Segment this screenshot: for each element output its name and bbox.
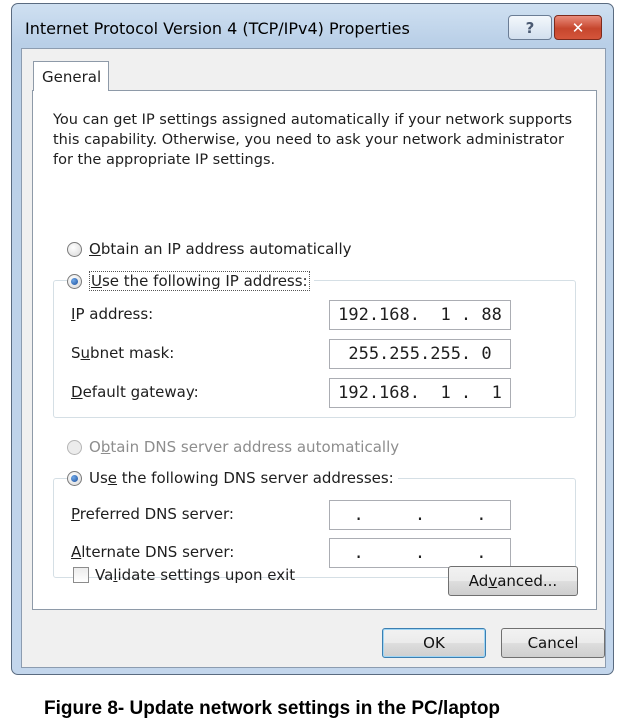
obtain-ip-auto-label: Obtain an IP address automatically <box>89 240 352 258</box>
use-following-ip-radio[interactable]: Use the following IP address: <box>67 271 314 291</box>
close-icon: ✕ <box>571 18 585 37</box>
alternate-dns-label: Alternate DNS server: <box>71 543 235 561</box>
validate-settings-checkbox-row[interactable]: Validate settings upon exit <box>73 566 295 584</box>
ip-address-label: IP address: <box>71 305 154 323</box>
ip-address-input[interactable]: 192.168. 1 . 88 <box>329 300 511 330</box>
obtain-ip-auto-radio[interactable]: Obtain an IP address automatically <box>67 240 352 258</box>
subnet-mask-input[interactable]: 255.255.255. 0 <box>329 339 511 369</box>
general-panel: You can get IP settings assigned automat… <box>32 90 597 610</box>
dialog-window: Internet Protocol Version 4 (TCP/IPv4) P… <box>11 3 614 675</box>
dialog-client-area: General You can get IP settings assigned… <box>21 48 606 668</box>
advanced-button[interactable]: Advanced... <box>448 566 578 596</box>
preferred-dns-input[interactable]: . . . <box>329 500 511 530</box>
tab-general[interactable]: General <box>33 61 109 91</box>
intro-text: You can get IP settings assigned automat… <box>53 112 573 168</box>
close-button[interactable]: ✕ <box>554 15 602 40</box>
default-gateway-input[interactable]: 192.168. 1 . 1 <box>329 378 511 408</box>
figure-caption: Figure 8- Update network settings in the… <box>44 698 501 719</box>
radio-button-disabled[interactable] <box>67 439 82 455</box>
radio-button[interactable] <box>67 241 82 257</box>
window-title: Internet Protocol Version 4 (TCP/IPv4) P… <box>25 19 410 38</box>
obtain-dns-auto-radio[interactable]: Obtain DNS server address automatically <box>67 438 399 456</box>
preferred-dns-label: Preferred DNS server: <box>71 505 234 523</box>
use-following-ip-label: Use the following IP address: <box>89 271 310 291</box>
alternate-dns-input[interactable]: . . . <box>329 538 511 568</box>
cancel-button[interactable]: Cancel <box>501 628 605 658</box>
use-following-dns-label: Use the following DNS server addresses: <box>89 469 394 487</box>
radio-button-selected[interactable] <box>67 273 82 289</box>
validate-settings-label: Validate settings upon exit <box>95 566 296 584</box>
title-bar[interactable]: Internet Protocol Version 4 (TCP/IPv4) P… <box>12 4 613 48</box>
radio-button-selected[interactable] <box>67 470 82 486</box>
ok-button[interactable]: OK <box>382 628 486 658</box>
use-following-dns-radio[interactable]: Use the following DNS server addresses: <box>67 469 398 487</box>
help-icon: ? <box>525 18 535 37</box>
validate-settings-checkbox[interactable] <box>73 567 89 583</box>
advanced-button-label: Advanced... <box>468 572 558 590</box>
default-gateway-label: Default gateway: <box>71 383 199 401</box>
obtain-dns-auto-label: Obtain DNS server address automatically <box>89 438 400 456</box>
subnet-mask-label: Subnet mask: <box>71 344 175 362</box>
help-button[interactable]: ? <box>508 15 552 40</box>
